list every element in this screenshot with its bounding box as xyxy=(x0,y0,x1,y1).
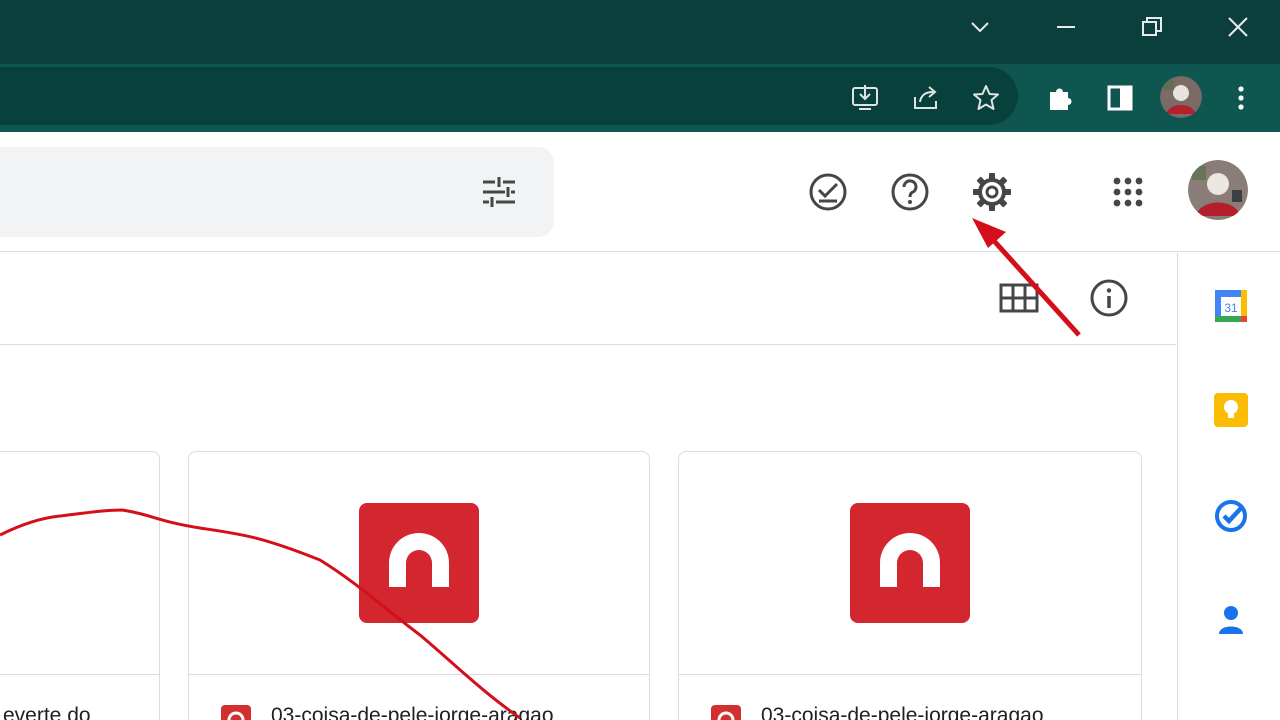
extensions-icon[interactable] xyxy=(1036,74,1084,122)
search-box[interactable] xyxy=(0,147,554,237)
file-preview xyxy=(679,452,1141,674)
account-avatar[interactable] xyxy=(1188,160,1248,220)
tab-search-chevron-icon[interactable] xyxy=(937,0,1023,54)
tasks-icon[interactable] xyxy=(1203,488,1259,544)
contacts-icon[interactable] xyxy=(1203,592,1259,648)
file-card[interactable]: 03-coisa-de-pele-jorge-aragao xyxy=(678,451,1142,720)
audio-type-icon xyxy=(711,705,741,720)
apps-grid-icon[interactable] xyxy=(1100,164,1156,220)
file-preview xyxy=(189,452,649,674)
file-card-footer: 03-coisa-de-pele-jorge-aragao xyxy=(189,674,649,720)
help-icon[interactable] xyxy=(882,164,938,220)
share-icon[interactable] xyxy=(902,74,950,122)
restore-window-button[interactable] xyxy=(1109,0,1195,54)
file-card[interactable]: 03-coisa-de-pele-jorge-aragao xyxy=(188,451,650,720)
bookmark-star-icon[interactable] xyxy=(962,74,1010,122)
ready-for-offline-icon[interactable] xyxy=(800,164,856,220)
file-name: 03-coisa-de-pele-jorge-aragao xyxy=(761,704,1044,720)
info-icon[interactable] xyxy=(1081,270,1137,326)
file-card-footer: everte do xyxy=(0,674,159,720)
app-header xyxy=(0,132,1280,252)
browser-profile-avatar[interactable] xyxy=(1160,76,1202,118)
minimize-window-button[interactable] xyxy=(1023,0,1109,54)
audio-file-icon xyxy=(359,503,479,623)
side-panel-icon[interactable] xyxy=(1096,74,1144,122)
calendar-date: 31 xyxy=(1224,301,1238,315)
filter-options-icon[interactable] xyxy=(471,164,527,220)
settings-icon[interactable] xyxy=(964,164,1020,220)
file-name: everte do xyxy=(3,704,91,720)
keep-icon[interactable] xyxy=(1203,382,1259,438)
calendar-icon[interactable]: 31 xyxy=(1203,278,1259,334)
window-title-bar xyxy=(0,0,1280,64)
file-card-footer: 03-coisa-de-pele-jorge-aragao xyxy=(679,674,1141,720)
file-name: 03-coisa-de-pele-jorge-aragao xyxy=(271,704,554,720)
file-card[interactable]: everte do xyxy=(0,451,160,720)
grid-view-icon[interactable] xyxy=(991,270,1047,326)
close-window-button[interactable] xyxy=(1195,0,1280,54)
content-toolbar xyxy=(0,253,1176,345)
file-preview xyxy=(0,452,159,674)
browser-toolbar xyxy=(0,64,1280,132)
audio-type-icon xyxy=(221,705,251,720)
install-app-icon[interactable] xyxy=(841,74,889,122)
audio-file-icon xyxy=(850,503,970,623)
browser-menu-icon[interactable] xyxy=(1217,74,1265,122)
